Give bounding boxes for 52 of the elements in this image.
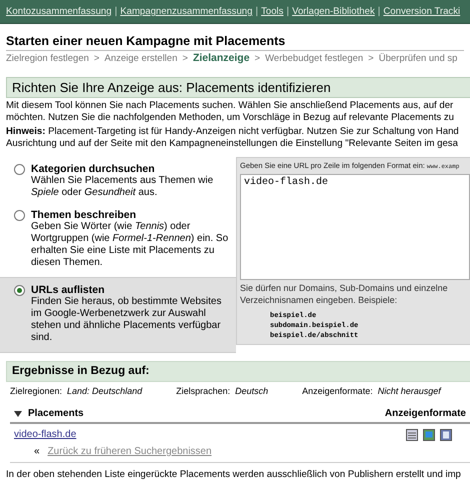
wizard-step: Werbebudget festlegen (265, 52, 364, 65)
intro-text: Mit diesem Tool können Sie nach Placements suchen. Wählen Sie anschließend Placements aus, auf der (6, 100, 454, 112)
back-mark: « (34, 445, 40, 458)
nav-link[interactable]: Tools (261, 5, 284, 23)
placement-link[interactable]: video-flash.de (14, 428, 76, 441)
nav-link[interactable]: Kontozusammenfassung (6, 5, 112, 23)
method-description: Geben Sie Wörter (wie Tennis) oder Wortgruppen (wie Formel-1-Rennen) ein. So erhalten Sie eine Liste mit Placements zu diesen Themen. (31, 221, 230, 269)
column-header: Placements (28, 407, 84, 420)
wizard-step: Zielanzeige (192, 52, 250, 65)
back-link[interactable]: Zurück zu früheren Suchergebnissen (48, 445, 212, 458)
method-description: Finden Sie heraus, ob bestimmte Websites im Google-Werbenetzwerk zur Auswahl stehen und ähnliche Placements verfügbar sind. (31, 296, 222, 344)
image-ad-icon (423, 428, 435, 440)
footer-text: In der oben stehenden Liste eingerückte Placements werden ausschließlich von Publishern erstellt und imp (5, 468, 462, 481)
method-title: Themen beschreiben (31, 209, 138, 221)
wizard-step: Anzeige erstellen (104, 52, 178, 65)
caret-icon[interactable] (14, 410, 22, 416)
radio-button[interactable] (14, 285, 25, 296)
criteria-value: Nicht herausgef (378, 385, 441, 397)
step-separator: > (368, 52, 374, 65)
url-input-field[interactable]: video-flash.de (240, 174, 470, 280)
nav-link[interactable]: Conversion Tracki (383, 5, 460, 23)
wizard-step: Überprüfen und sp (378, 52, 458, 65)
url-help-text: Sie dürfen nur Domains, Sub-Domains und einzelne Verzeichnisnamen eingeben. Beispiele: (240, 282, 449, 306)
results-title: Ergebnisse in Bezug auf: (6, 361, 470, 382)
nav-separator: | (378, 5, 380, 19)
intro-text: möchten. Nutzen Sie die nachfolgenden Methoden, um Vorschläge in Bezug auf relevante Placements zu (6, 112, 455, 124)
nav-separator: | (286, 5, 290, 19)
criteria-label: Zielsprachen: (176, 385, 230, 397)
method-title: URLs auflisten (31, 284, 106, 296)
criteria-label: Zielregionen: (10, 385, 62, 397)
method-description: Wählen Sie Placements aus Themen wie Spiele oder Gesundheit aus. (31, 175, 214, 199)
text-ad-icon (406, 428, 418, 440)
column-header: Anzeigenformate (384, 407, 466, 420)
nav-separator: | (114, 5, 118, 19)
video-ad-icon (440, 428, 452, 440)
criteria-value: Deutsch (235, 385, 268, 397)
note-text: Hinweis: Placement-Targeting ist für Handy-Anzeigen nicht verfügbar. Nutzen Sie zur Schaltung von Hand (6, 126, 460, 138)
step-separator: > (182, 52, 188, 65)
radio-button[interactable] (14, 210, 25, 221)
wizard-step: Zielregion festlegen (6, 52, 89, 65)
radio-button[interactable] (14, 164, 25, 175)
step-separator: > (254, 52, 260, 65)
nav-link[interactable]: Vorlagen-Bibliothek (292, 5, 375, 23)
method-title: Kategorien durchsuchen (31, 163, 156, 175)
criteria-value: Land: Deutschland (67, 385, 142, 397)
step-separator: > (94, 52, 100, 65)
nav-link[interactable]: Kampagnenzusammenfassung (120, 5, 252, 23)
page-title: Starten einer neuen Kampagne mit Placements (6, 34, 464, 51)
criteria-label: Anzeigenformate: (302, 385, 373, 397)
section-title: Richten Sie Ihre Anzeige aus: Placements identifizieren (6, 77, 470, 98)
note-text: Ausrichtung und auf der Seite mit den Kampagneneinstellungen die Einstellung "Relevante Seiten im gesa (6, 138, 459, 150)
nav-separator: | (255, 5, 258, 19)
